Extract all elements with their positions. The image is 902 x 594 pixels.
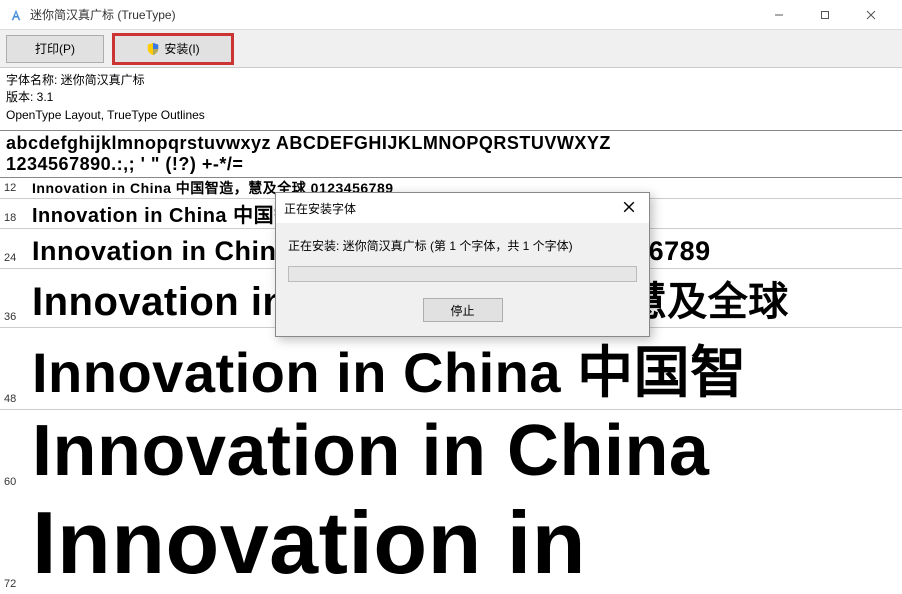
dialog-footer: 停止 bbox=[276, 292, 649, 336]
font-info: 字体名称: 迷你简汉真广标 版本: 3.1 OpenType Layout, T… bbox=[0, 68, 902, 131]
dialog-close-button[interactable] bbox=[617, 198, 641, 218]
sample-line: 72Innovation in bbox=[0, 492, 902, 594]
sample-size-label: 24 bbox=[4, 252, 32, 268]
install-button[interactable]: 安装(I) bbox=[112, 33, 234, 65]
stop-button[interactable]: 停止 bbox=[423, 298, 503, 322]
sample-size-label: 72 bbox=[4, 578, 32, 594]
sample-size-label: 12 bbox=[4, 182, 32, 198]
install-button-label: 安装(I) bbox=[164, 40, 199, 57]
close-button[interactable] bbox=[848, 0, 894, 30]
sample-line: 48Innovation in China 中国智 bbox=[0, 328, 902, 410]
progress-bar bbox=[288, 266, 637, 282]
window-controls bbox=[756, 0, 894, 30]
sample-size-label: 48 bbox=[4, 393, 32, 409]
font-name-line: 字体名称: 迷你简汉真广标 bbox=[6, 72, 896, 89]
print-button-label: 打印(P) bbox=[35, 40, 75, 57]
sample-text: Innovation in bbox=[32, 492, 586, 594]
sample-size-label: 18 bbox=[4, 212, 32, 228]
app-icon bbox=[8, 7, 24, 23]
dialog-title: 正在安装字体 bbox=[284, 200, 617, 217]
sample-line: 60Innovation in China bbox=[0, 410, 902, 492]
print-button[interactable]: 打印(P) bbox=[6, 35, 104, 63]
dialog-titlebar: 正在安装字体 bbox=[276, 193, 649, 223]
sample-text: Innovation in China bbox=[32, 410, 709, 492]
font-version-line: 版本: 3.1 bbox=[6, 89, 896, 106]
window-title: 迷你简汉真广标 (TrueType) bbox=[30, 6, 756, 23]
minimize-button[interactable] bbox=[756, 0, 802, 30]
glyph-row-digits: 1234567890.:,; ' " (!?) +-*/= bbox=[0, 154, 902, 178]
shield-icon bbox=[146, 42, 160, 56]
dialog-body: 正在安装: 迷你简汉真广标 (第 1 个字体，共 1 个字体) bbox=[276, 223, 649, 292]
titlebar: 迷你简汉真广标 (TrueType) bbox=[0, 0, 902, 30]
install-dialog: 正在安装字体 正在安装: 迷你简汉真广标 (第 1 个字体，共 1 个字体) 停… bbox=[275, 192, 650, 337]
glyph-row-alpha: abcdefghijklmnopqrstuvwxyz ABCDEFGHIJKLM… bbox=[0, 131, 902, 154]
font-outline-line: OpenType Layout, TrueType Outlines bbox=[6, 107, 896, 124]
sample-text: Innovation in China 中国智 bbox=[32, 328, 747, 409]
sample-size-label: 60 bbox=[4, 476, 32, 492]
toolbar: 打印(P) 安装(I) bbox=[0, 30, 902, 68]
sample-size-label: 36 bbox=[4, 311, 32, 327]
maximize-button[interactable] bbox=[802, 0, 848, 30]
dialog-message: 正在安装: 迷你简汉真广标 (第 1 个字体，共 1 个字体) bbox=[288, 237, 637, 254]
